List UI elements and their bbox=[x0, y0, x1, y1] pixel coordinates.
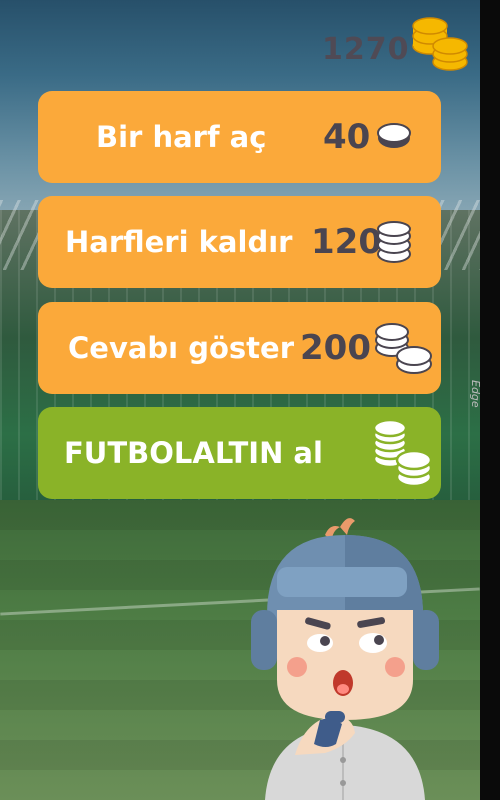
coin-stack-medium-icon bbox=[375, 323, 432, 374]
coin-balance: 1270 bbox=[322, 32, 410, 67]
thinking-boy-mascot bbox=[251, 518, 439, 800]
remove-letters-cost: 120 bbox=[311, 222, 382, 262]
buy-coins-label: FUTBOLALTIN al bbox=[64, 436, 323, 470]
coin-stack-large-icon bbox=[372, 418, 433, 488]
remove-letters-button[interactable]: Harfleri kaldır 120 bbox=[38, 196, 441, 288]
coin-stack-small-icon bbox=[377, 221, 411, 263]
coin-stack-icon bbox=[412, 17, 468, 71]
edge-label: Edge bbox=[469, 380, 482, 408]
show-answer-cost: 200 bbox=[300, 328, 371, 368]
reveal-letter-cost: 40 bbox=[323, 117, 371, 157]
reveal-letter-button[interactable]: Bir harf aç 40 bbox=[38, 91, 441, 183]
reveal-letter-label: Bir harf aç bbox=[96, 120, 267, 154]
buy-coins-button[interactable]: FUTBOLALTIN al bbox=[38, 407, 441, 499]
show-answer-button[interactable]: Cevabı göster 200 bbox=[38, 302, 441, 394]
single-coin-icon bbox=[377, 123, 411, 148]
edge-sidebar bbox=[480, 0, 500, 800]
show-answer-label: Cevabı göster bbox=[68, 331, 294, 365]
remove-letters-label: Harfleri kaldır bbox=[65, 225, 293, 259]
